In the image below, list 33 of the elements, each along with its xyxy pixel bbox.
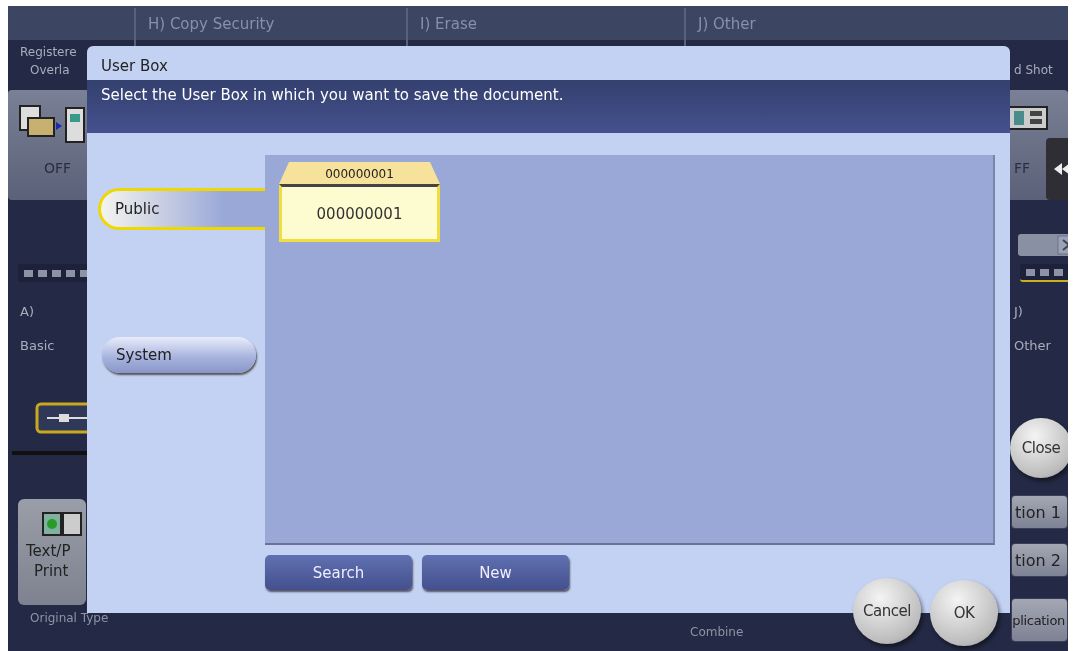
function-label: Overla bbox=[30, 63, 70, 77]
status-label: FF bbox=[1014, 160, 1031, 176]
function-label: d Shot bbox=[1014, 63, 1053, 77]
original-type-button[interactable]: Text/P Print bbox=[18, 499, 86, 605]
status-label: OFF bbox=[44, 160, 72, 176]
round-button[interactable]: Close bbox=[1010, 418, 1068, 478]
category-label: Original Type bbox=[30, 611, 109, 625]
copy-icon bbox=[18, 104, 86, 146]
tab-label[interactable]: H) Copy Security bbox=[148, 15, 275, 33]
dialog-title: User Box bbox=[100, 56, 169, 77]
page-layout-icon bbox=[1008, 106, 1048, 130]
category-tab[interactable]: Public bbox=[98, 188, 265, 230]
double-arrow-icon[interactable] bbox=[1046, 138, 1068, 200]
category-tab[interactable]: System bbox=[102, 337, 256, 373]
function-label: J) bbox=[1014, 304, 1023, 319]
tab-label[interactable]: I) Erase bbox=[420, 15, 477, 33]
function-label: A) bbox=[20, 304, 34, 319]
function-label: Basic bbox=[20, 338, 55, 353]
side-tab-button[interactable]: tion 1 bbox=[1011, 495, 1068, 529]
function-label: Registere bbox=[20, 45, 77, 59]
round-button[interactable]: Cancel bbox=[853, 578, 921, 644]
side-tab-button[interactable]: plication bbox=[1011, 598, 1068, 642]
new-button[interactable]: New bbox=[422, 555, 569, 590]
tab-label[interactable]: J) Other bbox=[698, 15, 756, 33]
category-label: Combine bbox=[690, 625, 744, 639]
round-button[interactable]: OK bbox=[930, 580, 998, 646]
scroll-arrow-icon bbox=[1018, 234, 1068, 256]
book-icon bbox=[42, 511, 82, 537]
side-tab-button[interactable]: tion 2 bbox=[1011, 543, 1068, 577]
user-box[interactable]: 000000001 bbox=[279, 184, 440, 242]
instruction-text: Select the User Box in which you want to save the document. bbox=[87, 80, 1010, 133]
search-button[interactable]: Search bbox=[265, 555, 412, 590]
function-label: Other bbox=[1014, 338, 1051, 353]
